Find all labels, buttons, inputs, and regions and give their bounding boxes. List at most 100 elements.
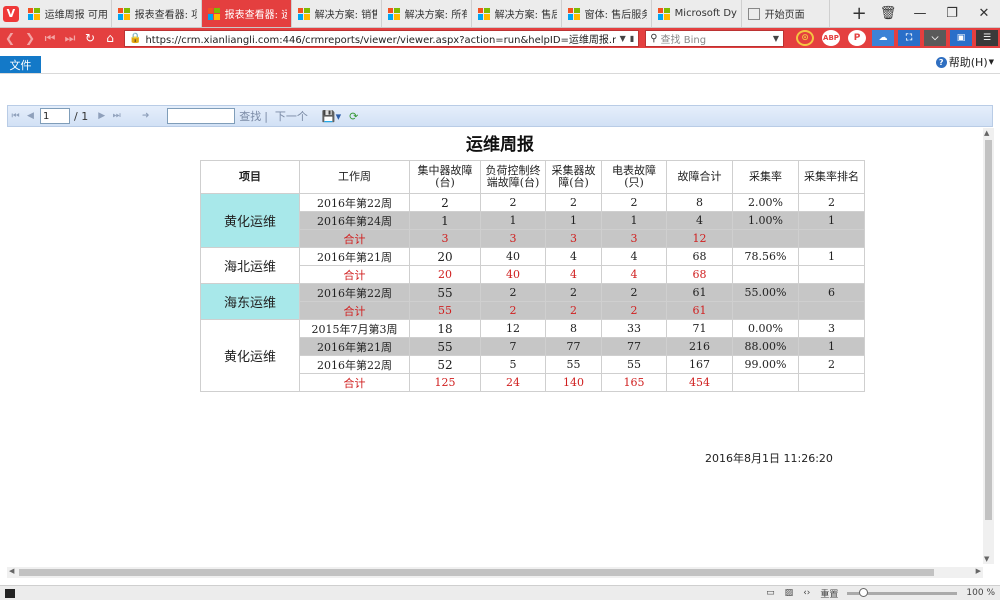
new-tab-button[interactable]: +: [846, 0, 872, 27]
page-number-input[interactable]: [40, 108, 70, 124]
table-cell: [798, 301, 865, 320]
minimize-button[interactable]: —: [904, 6, 936, 21]
scroll-up-icon[interactable]: ▲: [984, 129, 989, 137]
window-icon[interactable]: ▭: [766, 588, 775, 598]
translate-icon[interactable]: ⛶: [898, 30, 920, 46]
vivaldi-logo-icon[interactable]: V: [0, 0, 22, 27]
project-cell: 黄化运维: [200, 319, 300, 392]
table-cell: 2: [601, 193, 667, 212]
zoom-slider[interactable]: [847, 587, 958, 597]
tab-4[interactable]: 解决方案: 所有解: [382, 0, 472, 27]
pinterest-icon[interactable]: P: [846, 30, 868, 46]
search-placeholder: 查找 Bing: [660, 34, 707, 46]
table-cell: 55.00%: [732, 283, 799, 302]
ribbon-divider: [0, 73, 1000, 74]
first-page-icon[interactable]: ⏮: [8, 111, 23, 121]
table-cell: 3: [480, 229, 546, 248]
table-cell: 61: [666, 283, 733, 302]
table-cell: [732, 373, 799, 392]
table-cell: 2: [480, 301, 546, 320]
table-cell: 20: [409, 247, 481, 266]
table-cell: 6: [798, 283, 865, 302]
previous-page-icon[interactable]: ◀: [23, 111, 38, 121]
tab-7[interactable]: Microsoft Dyna: [652, 0, 742, 27]
scroll-left-icon[interactable]: ◀: [9, 567, 14, 575]
column-header: 工作周: [299, 160, 410, 194]
scroll-down-icon[interactable]: ▼: [984, 555, 989, 563]
vertical-scrollbar[interactable]: ▲ ▼: [983, 128, 994, 564]
pocket-icon[interactable]: ⌵: [924, 30, 946, 46]
find-input[interactable]: [167, 108, 236, 124]
trash-icon[interactable]: 🗑: [872, 6, 904, 21]
table-cell: 18: [409, 319, 481, 338]
fast-forward-icon[interactable]: ⏭: [60, 31, 80, 46]
tab-label: 解决方案: 销售: [314, 10, 377, 21]
close-button[interactable]: ✕: [968, 6, 1000, 21]
url-field[interactable]: 🔒 https://crm.xianliangli.com:446/crmrep…: [124, 29, 640, 47]
menu-icon[interactable]: ☰: [976, 30, 998, 46]
extension-icon[interactable]: ⊙: [794, 30, 816, 46]
table-cell: 4: [666, 211, 733, 230]
rewind-icon[interactable]: ⏮: [40, 31, 60, 46]
report-title: 运维周报: [466, 135, 534, 155]
export-icon[interactable]: 💾▾: [322, 110, 341, 123]
tab-label: 报表查看器: 项目: [134, 10, 197, 21]
panel-toggle-icon[interactable]: [5, 588, 15, 598]
find-button[interactable]: 查找: [239, 108, 261, 124]
tab-start-page[interactable]: 开始页面: [742, 0, 831, 27]
scroll-right-icon[interactable]: ▶: [976, 567, 981, 575]
scroll-thumb[interactable]: [19, 569, 934, 576]
table-cell: [798, 229, 865, 248]
code-icon[interactable]: ‹›: [803, 588, 810, 598]
table-cell: 1: [409, 211, 481, 230]
forward-icon[interactable]: ❯: [20, 31, 40, 45]
horizontal-scrollbar[interactable]: ◀ ▶: [7, 567, 983, 578]
adblock-icon[interactable]: ABP: [820, 30, 842, 46]
table-cell: 40: [480, 247, 546, 266]
home-icon[interactable]: ⌂: [100, 31, 120, 45]
last-page-icon[interactable]: ⏭: [109, 111, 124, 121]
url-dropdown-icon[interactable]: ▼: [620, 34, 626, 43]
cloud-icon[interactable]: ☁: [872, 30, 894, 46]
table-cell: 12: [480, 319, 546, 338]
lock-icon: 🔒: [129, 32, 142, 44]
find-next-button[interactable]: 下一个: [275, 108, 308, 124]
tab-5[interactable]: 解决方案: 售后刷: [472, 0, 562, 27]
tab-6[interactable]: 窗体: 售后服务: [562, 0, 652, 27]
table-cell: 3: [798, 319, 865, 338]
subtotal-row: 合计 125 24 140 165 454: [201, 373, 865, 392]
project-cell: 海东运维: [200, 283, 300, 320]
table-cell: 33: [601, 319, 667, 338]
tab-1[interactable]: 报表查看器: 项目: [112, 0, 202, 27]
maximize-button[interactable]: ❐: [936, 6, 968, 21]
zoom-reset-button[interactable]: 重置: [820, 587, 838, 600]
table-cell: 24: [480, 373, 546, 392]
table-cell: [798, 373, 865, 392]
search-dropdown-icon[interactable]: ▼: [773, 34, 779, 43]
scroll-thumb[interactable]: [985, 140, 992, 520]
save-icon[interactable]: ▣: [950, 30, 972, 46]
image-icon[interactable]: ▨: [785, 588, 794, 598]
tab-2[interactable]: 报表查看器: 运维: [201, 0, 292, 27]
back-icon[interactable]: ❮: [0, 31, 20, 45]
refresh-icon[interactable]: ⟳: [349, 110, 358, 123]
table-cell: 8: [545, 319, 602, 338]
next-page-icon[interactable]: ▶: [94, 111, 109, 121]
table-cell: 2: [545, 283, 602, 302]
bookmark-icon[interactable]: ▮: [630, 34, 634, 43]
search-field[interactable]: ⚲ 查找 Bing ▼: [645, 29, 784, 47]
table-cell: 68: [666, 247, 733, 266]
go-to-parent-icon[interactable]: ➜: [138, 111, 153, 121]
tab-3[interactable]: 解决方案: 销售: [292, 0, 382, 27]
table-cell: 125: [409, 373, 481, 392]
project-cell: 黄化运维: [200, 193, 300, 248]
address-bar: ❮ ❯ ⏮ ⏭ ↻ ⌂ 🔒 https://crm.xianliangli.co…: [0, 28, 1000, 48]
reload-icon[interactable]: ↻: [80, 31, 100, 45]
table-cell: 0.00%: [732, 319, 799, 338]
tab-0[interactable]: 运维周报 可用的: [22, 0, 112, 27]
table-cell: 165: [601, 373, 667, 392]
zoom-slider-knob[interactable]: [859, 587, 869, 597]
help-button[interactable]: ? 帮助(H) ▼: [935, 54, 994, 70]
toolbar-separator: |: [264, 109, 268, 123]
file-tab[interactable]: 文件: [0, 56, 41, 74]
